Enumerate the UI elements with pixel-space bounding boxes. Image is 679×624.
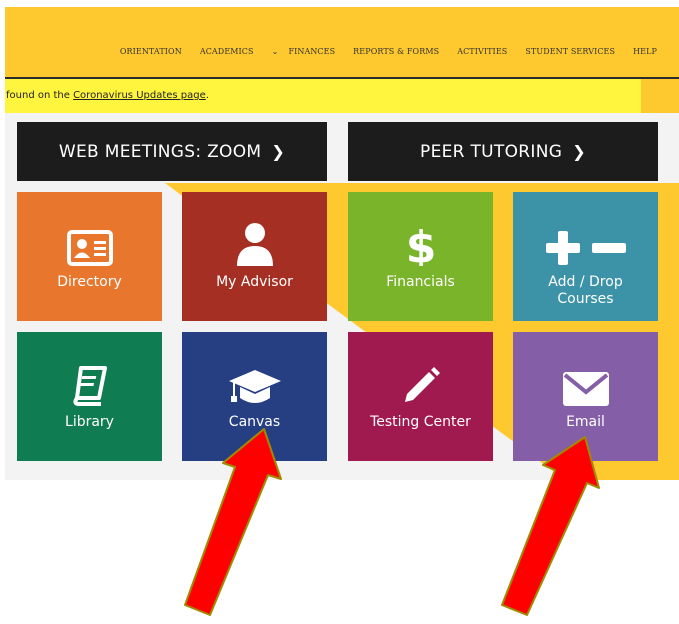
nav-item-academics[interactable]: ACADEMICS ⌄ bbox=[200, 47, 279, 56]
nav-menu: ORIENTATION ACADEMICS ⌄ FINANCES REPORTS … bbox=[120, 47, 657, 56]
chevron-right-icon: ❯ bbox=[572, 142, 586, 161]
canvas-tile[interactable]: Canvas bbox=[182, 332, 327, 461]
my-advisor-tile[interactable]: My Advisor bbox=[182, 192, 327, 321]
tile-label: Financials bbox=[386, 274, 455, 290]
library-tile[interactable]: Library bbox=[17, 332, 162, 461]
testing-center-tile[interactable]: Testing Center bbox=[348, 332, 493, 461]
nav-item-help[interactable]: HELP bbox=[633, 47, 657, 56]
dollar-icon: $ bbox=[406, 218, 436, 266]
web-meetings-zoom-label: WEB MEETINGS: ZOOM bbox=[58, 141, 262, 162]
nav-item-activities[interactable]: ACTIVITIES bbox=[457, 47, 507, 56]
web-meetings-zoom-button[interactable]: WEB MEETINGS: ZOOM ❯ bbox=[17, 122, 327, 181]
announcement-banner: found on the Coronavirus Updates page. bbox=[5, 79, 641, 113]
nav-item-academics-label: ACADEMICS bbox=[199, 47, 254, 56]
tile-label: Testing Center bbox=[370, 414, 471, 430]
add-drop-courses-tile[interactable]: Add / Drop Courses bbox=[513, 192, 658, 321]
envelope-icon bbox=[562, 358, 609, 406]
peer-tutoring-button[interactable]: PEER TUTORING ❯ bbox=[348, 122, 658, 181]
plus-minus-icon bbox=[545, 218, 626, 266]
coronavirus-updates-link[interactable]: Coronavirus Updates page bbox=[73, 90, 206, 101]
tile-label: Library bbox=[65, 414, 114, 430]
chevron-down-icon: ⌄ bbox=[271, 47, 279, 56]
book-icon bbox=[72, 358, 107, 406]
svg-text:$: $ bbox=[406, 222, 436, 266]
tile-label: Email bbox=[566, 414, 605, 430]
nav-item-finances[interactable]: FINANCES bbox=[288, 47, 335, 56]
directory-tile[interactable]: Directory bbox=[17, 192, 162, 321]
email-tile[interactable]: Email bbox=[513, 332, 658, 461]
financials-tile[interactable]: $ Financials bbox=[348, 192, 493, 321]
nav-item-orientation[interactable]: ORIENTATION bbox=[120, 47, 182, 56]
top-navigation-bar: ORIENTATION ACADEMICS ⌄ FINANCES REPORTS … bbox=[5, 7, 679, 79]
tile-label: Canvas bbox=[228, 414, 281, 430]
user-icon bbox=[235, 218, 275, 266]
pencil-icon bbox=[401, 358, 441, 406]
tile-label: Add / Drop Courses bbox=[548, 274, 623, 307]
banner-text-prefix: found on the bbox=[6, 90, 74, 101]
graduation-cap-icon bbox=[227, 358, 283, 406]
nav-item-student-services[interactable]: STUDENT SERVICES bbox=[525, 47, 615, 56]
id-card-icon bbox=[66, 218, 113, 266]
quick-links-panel: WEB MEETINGS: ZOOM ❯ PEER TUTORING ❯ Dir… bbox=[5, 113, 679, 480]
chevron-right-icon: ❯ bbox=[271, 142, 286, 161]
tile-label: Directory bbox=[57, 274, 122, 290]
nav-item-reports-forms[interactable]: REPORTS & FORMS bbox=[353, 47, 439, 56]
banner-text-suffix: . bbox=[205, 90, 209, 101]
tile-label: My Advisor bbox=[216, 274, 293, 290]
peer-tutoring-label: PEER TUTORING bbox=[420, 141, 563, 162]
